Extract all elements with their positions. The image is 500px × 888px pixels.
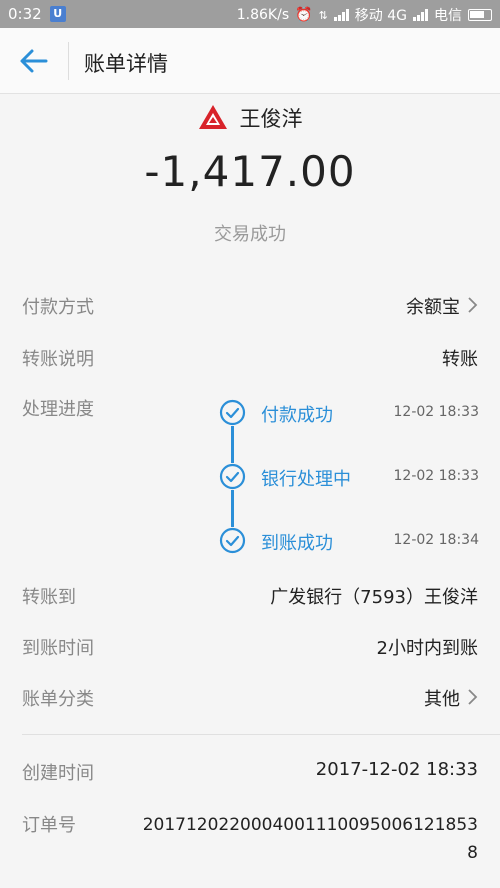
timeline-step: 付款成功 12-02 18:33 (219, 399, 499, 429)
network-speed: 1.86K/s (236, 7, 290, 23)
alarm-icon: ⏰ (295, 7, 313, 23)
transaction-status: 交易成功 (214, 224, 286, 245)
step-label: 银行处理中 (261, 469, 351, 490)
carrier-mobile: 移动 4G (354, 8, 407, 24)
carrier-telecom: 电信 (434, 8, 462, 24)
data-arrows-icon: ⇅ (318, 8, 328, 22)
progress-timeline: 付款成功 12-02 18:33 银行处理中 12-02 18:33 到账成功 … (0, 395, 500, 555)
transfer-note-row: 转账说明 转账 (0, 337, 500, 377)
section-divider (22, 734, 500, 735)
back-button[interactable] (18, 46, 50, 76)
notification-icon: U (49, 6, 66, 22)
transaction-amount: -1,417.00 (144, 147, 356, 196)
arrival-time-value: 2小时内到账 (376, 638, 478, 659)
order-number-row: 订单号 20171202200040011100950061218538 (0, 803, 500, 873)
battery-icon (468, 9, 492, 21)
step-time: 12-02 18:33 (393, 404, 479, 420)
clock: 0:32 (8, 5, 42, 23)
back-arrow-icon (20, 49, 48, 73)
chevron-right-icon (468, 297, 478, 313)
order-number-value: 20171202200040011100950061218538 (142, 815, 478, 863)
payment-method-value: 余额宝 (406, 297, 460, 318)
step-label: 到账成功 (261, 533, 333, 554)
status-bar: 0:32 U 1.86K/s ⏰ ⇅ 移动 4G 电信 (0, 0, 500, 28)
bank-logo-icon (198, 105, 227, 129)
transfer-note-label: 转账说明 (22, 349, 94, 370)
signal-icon (333, 9, 349, 21)
step-time: 12-02 18:34 (393, 532, 479, 548)
transfer-to-value: 广发银行（7593）王俊洋 (270, 587, 478, 608)
bill-detail: 王俊洋 -1,417.00 交易成功 付款方式 余额宝 转账说明 转账 处理进度… (0, 95, 500, 888)
timeline-step: 到账成功 12-02 18:34 (219, 527, 499, 557)
payee-name: 王俊洋 (239, 107, 303, 131)
timeline-step: 银行处理中 12-02 18:33 (219, 463, 499, 493)
step-label: 付款成功 (261, 405, 333, 426)
arrival-time-row: 到账时间 2小时内到账 (0, 626, 500, 666)
arrival-time-label: 到账时间 (22, 638, 94, 659)
transfer-note-value: 转账 (442, 349, 478, 370)
created-time-row: 创建时间 2017-12-02 18:33 (0, 751, 500, 791)
signal-icon-2 (413, 9, 428, 21)
page-title: 账单详情 (84, 52, 168, 76)
step-time: 12-02 18:33 (393, 468, 479, 484)
created-time-value: 2017-12-02 18:33 (315, 759, 478, 780)
category-row[interactable]: 账单分类 其他 (0, 677, 500, 717)
payment-method-row[interactable]: 付款方式 余额宝 (0, 285, 500, 325)
payment-method-label: 付款方式 (22, 297, 94, 318)
category-value: 其他 (424, 689, 460, 710)
created-time-label: 创建时间 (22, 763, 94, 784)
chevron-right-icon (468, 689, 478, 705)
check-circle-icon (219, 463, 246, 490)
payee-header: 王俊洋 (0, 103, 500, 133)
transfer-to-row: 转账到 广发银行（7593）王俊洋 (0, 575, 500, 615)
transfer-to-label: 转账到 (22, 587, 76, 608)
header-divider (68, 42, 69, 80)
category-label: 账单分类 (22, 689, 94, 710)
app-bar: 账单详情 (0, 28, 500, 94)
order-number-label: 订单号 (22, 815, 76, 836)
check-circle-icon (219, 527, 246, 554)
check-circle-icon (219, 399, 246, 426)
